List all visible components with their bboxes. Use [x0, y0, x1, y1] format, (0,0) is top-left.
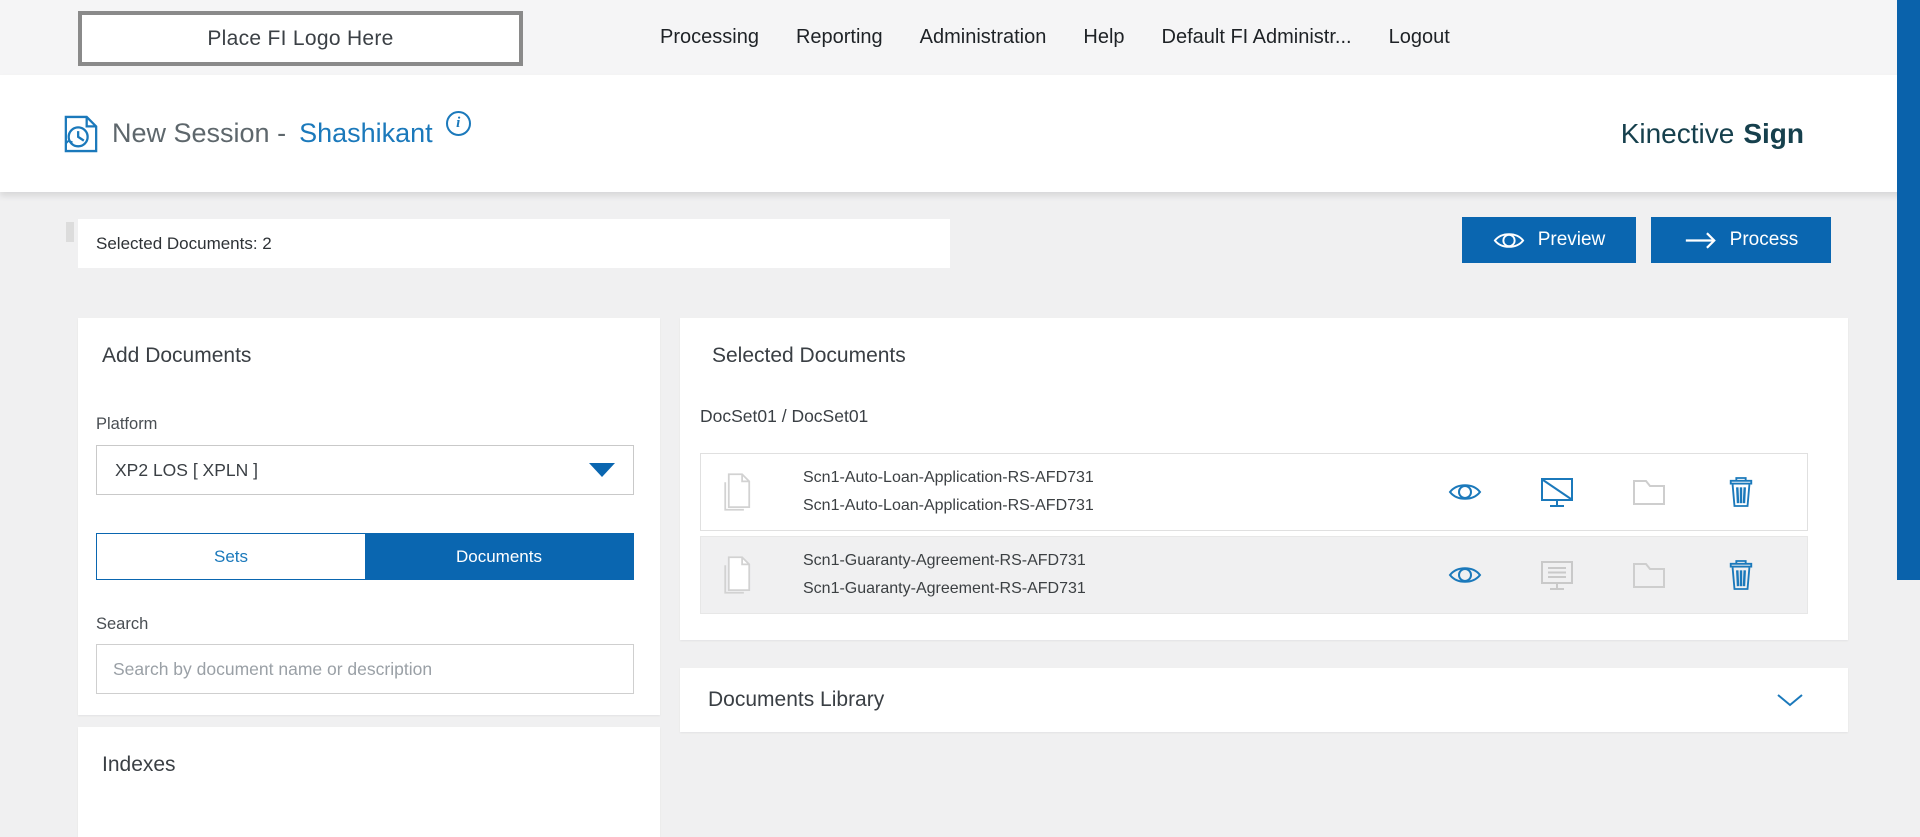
- info-icon[interactable]: i: [446, 111, 471, 136]
- brand-name: Kinective: [1621, 118, 1735, 150]
- add-documents-panel: Add Documents Platform XP2 LOS [ XPLN ] …: [78, 318, 660, 715]
- nav-item-logout[interactable]: Logout: [1389, 26, 1450, 49]
- session-user-link[interactable]: Shashikant: [299, 118, 433, 149]
- folder-icon: [1631, 561, 1667, 589]
- documents-library-header[interactable]: Documents Library: [680, 668, 1848, 732]
- platform-dropdown[interactable]: XP2 LOS [ XPLN ]: [96, 445, 634, 495]
- document-name: Scn1-Guaranty-Agreement-RS-AFD731: [803, 552, 1086, 570]
- preview-button-label: Preview: [1538, 229, 1606, 251]
- trash-icon[interactable]: [1723, 475, 1759, 509]
- search-input[interactable]: [96, 644, 634, 694]
- document-name-block: Scn1-Auto-Loan-Application-RS-AFD731 Scn…: [803, 469, 1094, 515]
- brand-product: Sign: [1743, 118, 1804, 150]
- folder-icon: [1631, 478, 1667, 506]
- brand-logo: Kinective Sign: [1621, 75, 1804, 192]
- indexes-title: Indexes: [102, 753, 176, 777]
- session-title-group: New Session - Shashikant i: [63, 75, 471, 192]
- document-description: Scn1-Guaranty-Agreement-RS-AFD731: [803, 580, 1086, 598]
- monitor-slash-icon[interactable]: [1539, 477, 1575, 508]
- scrollbar-strip[interactable]: [1897, 0, 1920, 580]
- top-nav-bar: Place FI Logo Here Processing Reporting …: [0, 0, 1920, 75]
- process-button[interactable]: Process: [1651, 217, 1831, 263]
- eye-icon: [1493, 230, 1525, 251]
- arrow-right-icon: [1684, 231, 1717, 250]
- nav-item-reporting[interactable]: Reporting: [796, 26, 883, 49]
- tab-sets-label: Sets: [214, 547, 248, 567]
- selected-documents-panel: Selected Documents DocSet01 / DocSet01 S…: [680, 318, 1848, 640]
- nav-item-help[interactable]: Help: [1083, 26, 1124, 49]
- documents-library-title: Documents Library: [708, 688, 884, 712]
- indexes-panel: Indexes: [78, 727, 660, 837]
- process-button-label: Process: [1730, 229, 1799, 251]
- row-actions: [1447, 475, 1759, 509]
- search-label: Search: [96, 615, 148, 634]
- selected-count-bar: Selected Documents: 2: [78, 219, 950, 268]
- add-documents-title: Add Documents: [102, 344, 251, 368]
- row-actions: [1447, 558, 1759, 592]
- document-description: Scn1-Auto-Loan-Application-RS-AFD731: [803, 497, 1094, 515]
- document-pages-icon: [719, 554, 751, 596]
- nav-item-current-user[interactable]: Default FI Administr...: [1162, 26, 1352, 49]
- preview-button[interactable]: Preview: [1462, 217, 1636, 263]
- tab-documents[interactable]: Documents: [365, 534, 633, 579]
- selected-count-label: Selected Documents: 2: [96, 234, 272, 254]
- trash-icon[interactable]: [1723, 558, 1759, 592]
- sets-documents-tab-group: Sets Documents: [96, 533, 634, 580]
- selected-documents-title: Selected Documents: [712, 344, 906, 368]
- fi-logo-placeholder: Place FI Logo Here: [78, 11, 523, 66]
- nav-menu: Processing Reporting Administration Help…: [660, 0, 1450, 75]
- eye-icon[interactable]: [1447, 481, 1483, 503]
- fi-logo-text: Place FI Logo Here: [207, 27, 393, 51]
- document-pages-icon: [719, 471, 751, 513]
- caret-down-icon: [589, 463, 615, 477]
- document-history-icon: [63, 114, 99, 154]
- chevron-down-icon[interactable]: [1776, 693, 1804, 708]
- eye-icon[interactable]: [1447, 564, 1483, 586]
- session-header: New Session - Shashikant i Kinective Sig…: [0, 75, 1920, 192]
- docset-breadcrumb: DocSet01 / DocSet01: [700, 406, 868, 427]
- count-bar-notch: [66, 222, 74, 242]
- nav-item-processing[interactable]: Processing: [660, 26, 759, 49]
- page-title: New Session -: [112, 118, 286, 149]
- document-name: Scn1-Auto-Loan-Application-RS-AFD731: [803, 469, 1094, 487]
- platform-label: Platform: [96, 415, 157, 434]
- document-row: Scn1-Auto-Loan-Application-RS-AFD731 Scn…: [700, 453, 1808, 531]
- nav-item-administration[interactable]: Administration: [920, 26, 1047, 49]
- monitor-lines-icon: [1539, 560, 1575, 591]
- platform-dropdown-value: XP2 LOS [ XPLN ]: [115, 460, 258, 481]
- tab-documents-label: Documents: [456, 547, 542, 567]
- document-name-block: Scn1-Guaranty-Agreement-RS-AFD731 Scn1-G…: [803, 552, 1086, 598]
- document-row: Scn1-Guaranty-Agreement-RS-AFD731 Scn1-G…: [700, 536, 1808, 614]
- tab-sets[interactable]: Sets: [97, 534, 365, 579]
